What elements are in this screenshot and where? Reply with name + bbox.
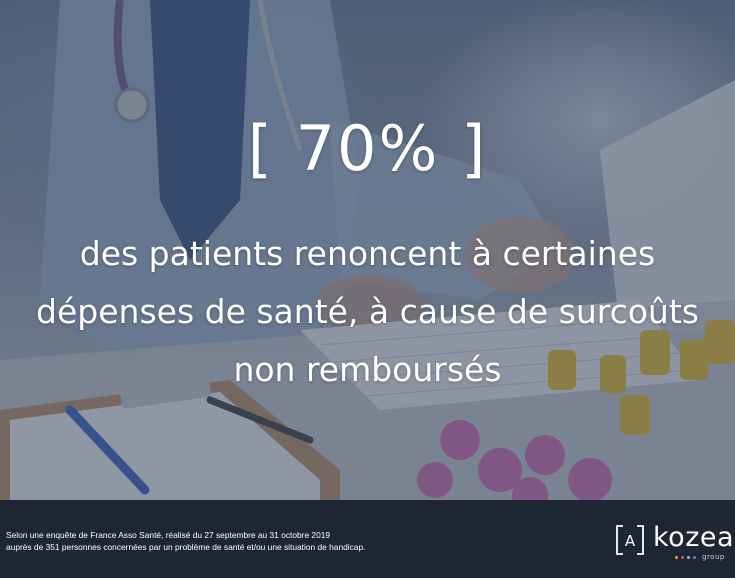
infographic-card: [ 70% ] des patients renoncent à certain… xyxy=(0,0,735,578)
logo-dot xyxy=(693,555,696,559)
logo-group-label: group xyxy=(702,553,725,561)
description-line: non remboursés xyxy=(233,350,502,389)
headline-statistic: [ 70% ] xyxy=(247,112,488,185)
source-note: Selon une enquête de France Asso Santé, … xyxy=(6,530,365,553)
logo-dot xyxy=(687,555,690,559)
kozea-logo: A kozea group xyxy=(615,522,734,562)
logo-dot xyxy=(675,555,678,559)
logo-group-row: group xyxy=(675,553,725,561)
logo-wordmark: kozea xyxy=(653,522,735,553)
description-line: dépenses de santé, à cause de surcoûts xyxy=(36,292,699,331)
statistic-description: des patients renoncent à certaines dépen… xyxy=(0,225,735,399)
bracket-a-logo-mark: A xyxy=(616,525,644,555)
source-line: auprès de 351 personnes concernées par u… xyxy=(6,541,366,552)
logo-mark-letter: A xyxy=(625,532,636,550)
source-line: Selon une enquête de France Asso Santé, … xyxy=(6,530,331,540)
logo-dot xyxy=(681,555,684,559)
footer-bar: Selon une enquête de France Asso Santé, … xyxy=(0,500,735,578)
description-line: des patients renoncent à certaines xyxy=(79,234,656,273)
